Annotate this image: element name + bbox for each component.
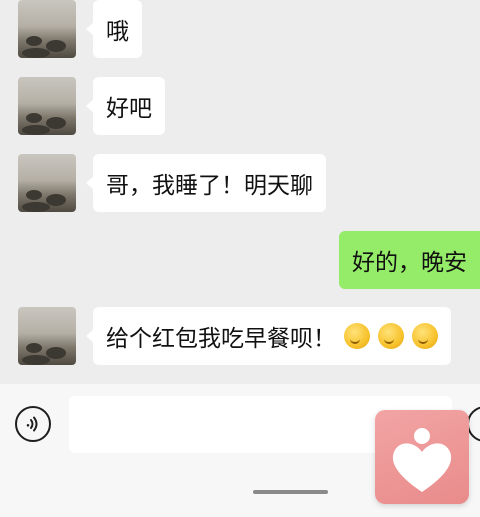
message-text: 哥，我睡了！明天聊 [106, 173, 313, 199]
home-indicator[interactable] [253, 490, 328, 494]
message-text: 给个红包我吃早餐呗！ [106, 326, 336, 352]
thinking-face-emoji [378, 323, 404, 349]
contact-avatar[interactable] [18, 0, 76, 58]
message-text: 好的，晚安 [352, 250, 467, 276]
message-bubble-incoming[interactable]: 给个红包我吃早餐呗！ [86, 307, 451, 365]
message-text: 好吧 [106, 96, 152, 122]
chat-message-list[interactable]: 哦 好吧 哥，我睡了！明天聊 好的，晚安 给个红包我吃早餐呗！ [0, 0, 480, 384]
contact-avatar[interactable] [18, 154, 76, 212]
message-text: 哦 [106, 19, 129, 45]
message-bubble-incoming[interactable]: 好吧 [86, 77, 165, 135]
voice-icon[interactable] [15, 406, 51, 442]
contact-avatar[interactable] [18, 307, 76, 365]
thinking-face-emoji [344, 323, 370, 349]
message-bubble-incoming[interactable]: 哦 [86, 0, 142, 58]
contact-avatar[interactable] [18, 77, 76, 135]
heart-app-icon[interactable] [375, 410, 469, 504]
message-bubble-incoming[interactable]: 哥，我睡了！明天聊 [86, 154, 326, 212]
thinking-face-emoji [412, 323, 438, 349]
message-bubble-outgoing[interactable]: 好的，晚安 [339, 231, 480, 289]
